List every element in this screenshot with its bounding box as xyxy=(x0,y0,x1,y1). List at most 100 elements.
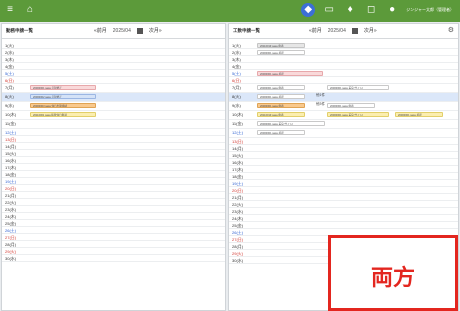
request-chip[interactable]: 20000001 sasa 承認 xyxy=(257,71,323,76)
day-row[interactable]: 18(金) xyxy=(229,173,458,180)
request-chip[interactable]: 20000001 sasa 承認 xyxy=(257,130,305,135)
day-row[interactable]: 1(火) xyxy=(2,42,225,49)
day-row[interactable]: 17(木) xyxy=(229,166,458,173)
day-row[interactable]: 19(土) xyxy=(229,180,458,187)
day-row[interactable]: 20(日) xyxy=(229,187,458,194)
day-list: 1(火) 20110019 sasa 申請 2(水) 20000001 sasa… xyxy=(229,42,458,264)
day-row[interactable]: 11(金) 20000001 sasa 差戻(サイン) xyxy=(229,120,458,129)
day-row[interactable]: 16(水) xyxy=(229,159,458,166)
day-row[interactable]: 8(火) 20000001 sasa 承認 他1件 xyxy=(229,93,458,102)
day-row[interactable]: 20(日) xyxy=(2,185,225,192)
shield-icon[interactable]: ◆ xyxy=(301,3,316,17)
panel-title: 勤務申請一覧 xyxy=(6,28,33,33)
request-chip[interactable]: 20000001 sasa 承認 xyxy=(395,112,443,117)
request-chip[interactable]: 20000001 sasa 申請 xyxy=(257,85,305,90)
day-label: 10(木) xyxy=(5,112,17,117)
inbox-icon[interactable]: ▭ xyxy=(322,3,336,17)
day-row[interactable]: 28(月) xyxy=(2,241,225,248)
day-row[interactable]: 27(日) xyxy=(2,234,225,241)
request-chip[interactable]: 20000001 sasa 差戻(サイン) xyxy=(327,85,389,90)
day-row[interactable]: 29(火) xyxy=(2,248,225,255)
day-row[interactable]: 10(木) 20110001 sasa 振替休日申請 xyxy=(2,111,225,120)
day-row[interactable]: 26(土) xyxy=(2,227,225,234)
prev-month-button[interactable]: «前月 xyxy=(309,27,322,34)
day-row[interactable]: 14(月) xyxy=(2,143,225,150)
day-label: 7(月) xyxy=(232,85,241,90)
day-row[interactable]: 7(月) 20000001 sasa 申請 20000001 sasa 差戻(サ… xyxy=(229,84,458,93)
more-count-badge[interactable]: 他3件 xyxy=(316,102,325,107)
day-row[interactable]: 6(日) xyxy=(229,77,458,84)
request-chip[interactable]: 20000001 sasa 打刻修正 xyxy=(30,85,96,90)
day-row[interactable]: 4(金) xyxy=(2,63,225,70)
callout-text: 両方 xyxy=(370,266,415,291)
day-row[interactable]: 5(土) xyxy=(2,70,225,77)
day-row[interactable]: 3(木) xyxy=(2,56,225,63)
bell-icon[interactable]: ♦ xyxy=(343,3,357,17)
panel-header: 勤務申請一覧 «前月 2025/04 次月» xyxy=(2,24,225,39)
day-row[interactable]: 18(金) xyxy=(2,171,225,178)
day-row[interactable]: 6(日) xyxy=(2,77,225,84)
day-row[interactable]: 7(月) 20000001 sasa 打刻修正 xyxy=(2,84,225,93)
day-row[interactable]: 8(火) 20000002 sasa 打刻修正 xyxy=(2,93,225,102)
day-row[interactable]: 11(金) xyxy=(2,120,225,129)
day-row[interactable]: 24(木) xyxy=(229,215,458,222)
day-row[interactable]: 21(月) xyxy=(229,194,458,201)
hamburger-menu-icon[interactable]: ≡ xyxy=(4,4,16,16)
request-chip[interactable]: 20000001 sasa 申請 xyxy=(257,103,305,108)
request-chip[interactable]: 20000001 sasa 承認 xyxy=(257,94,305,99)
day-row[interactable]: 10(木) 20110019 sasa 申請 20000001 sasa 差戻(… xyxy=(229,111,458,120)
day-row[interactable]: 13(日) xyxy=(2,136,225,143)
day-row[interactable]: 25(金) xyxy=(229,222,458,229)
request-chip[interactable]: 20110019 sasa 申請 xyxy=(257,112,305,117)
gear-icon[interactable]: ⚙ xyxy=(448,26,454,34)
day-row[interactable]: 22(火) xyxy=(2,199,225,206)
day-row[interactable]: 4(金) xyxy=(229,63,458,70)
next-month-button[interactable]: 次月» xyxy=(149,27,162,34)
prev-month-button[interactable]: «前月 xyxy=(94,27,107,34)
day-row[interactable]: 15(火) xyxy=(229,152,458,159)
day-row[interactable]: 2(水) xyxy=(2,49,225,56)
user-name[interactable]: ジンジャー太郎（管理者） xyxy=(406,7,454,13)
day-label: 11(金) xyxy=(232,121,243,126)
day-row[interactable]: 13(日) xyxy=(229,138,458,145)
day-row[interactable]: 9(水) 20000003 sasa 休日出勤申請 xyxy=(2,102,225,111)
day-row[interactable]: 3(木) xyxy=(229,56,458,63)
day-row[interactable]: 22(火) xyxy=(229,201,458,208)
day-row[interactable]: 19(土) xyxy=(2,178,225,185)
day-row[interactable]: 1(火) 20110019 sasa 申請 xyxy=(229,42,458,49)
day-row[interactable]: 21(月) xyxy=(2,192,225,199)
day-row[interactable]: 16(水) xyxy=(2,157,225,164)
more-count-badge[interactable]: 他1件 xyxy=(316,93,325,98)
request-chip[interactable]: 20000001 sasa 差戻(サイン) xyxy=(327,112,389,117)
day-row[interactable]: 24(木) xyxy=(2,213,225,220)
day-row[interactable]: 2(水) 20000001 sasa 承認 xyxy=(229,49,458,56)
calendar-icon[interactable] xyxy=(136,27,143,34)
next-month-button[interactable]: 次月» xyxy=(364,27,377,34)
request-chip[interactable]: 20110001 sasa 振替休日申請 xyxy=(30,112,96,117)
day-row[interactable]: 9(水) 20000001 sasa 申請 20000001 sasa 申請 他… xyxy=(229,102,458,111)
request-chip[interactable]: 20000002 sasa 打刻修正 xyxy=(30,94,96,99)
day-label: 8(火) xyxy=(232,94,241,99)
day-row[interactable]: 12(土) 20000001 sasa 承認 xyxy=(229,129,458,138)
avatar-icon[interactable]: ● xyxy=(385,3,399,17)
day-row[interactable]: 25(金) xyxy=(2,220,225,227)
day-row[interactable]: 15(火) xyxy=(2,150,225,157)
calendar-icon[interactable] xyxy=(351,27,358,34)
day-row[interactable]: 14(月) xyxy=(229,145,458,152)
request-chip[interactable]: 20000003 sasa 休日出勤申請 xyxy=(30,103,96,108)
day-row[interactable]: 23(水) xyxy=(2,206,225,213)
day-label: 9(水) xyxy=(232,103,241,108)
day-row[interactable]: 12(土) xyxy=(2,129,225,136)
chat-icon[interactable]: ◻ xyxy=(364,3,378,17)
day-row[interactable]: 17(木) xyxy=(2,164,225,171)
request-chip[interactable]: 20000001 sasa 申請 xyxy=(327,103,375,108)
day-row[interactable]: 30(水) xyxy=(2,255,225,262)
request-chip[interactable]: 20000001 sasa 差戻(サイン) xyxy=(257,121,325,126)
month-label: 2025/04 xyxy=(112,27,131,34)
request-chip[interactable]: 20000001 sasa 承認 xyxy=(257,50,305,55)
day-row[interactable]: 5(土) 20000001 sasa 承認 xyxy=(229,70,458,77)
day-row[interactable]: 23(水) xyxy=(229,208,458,215)
home-icon[interactable]: ⌂ xyxy=(24,4,36,16)
day-list: 1(火) 2(水) 3(木) 4(金) 5(土) 6(日) 7(月) 20000… xyxy=(2,42,225,262)
request-chip[interactable]: 20110019 sasa 申請 xyxy=(257,43,305,48)
